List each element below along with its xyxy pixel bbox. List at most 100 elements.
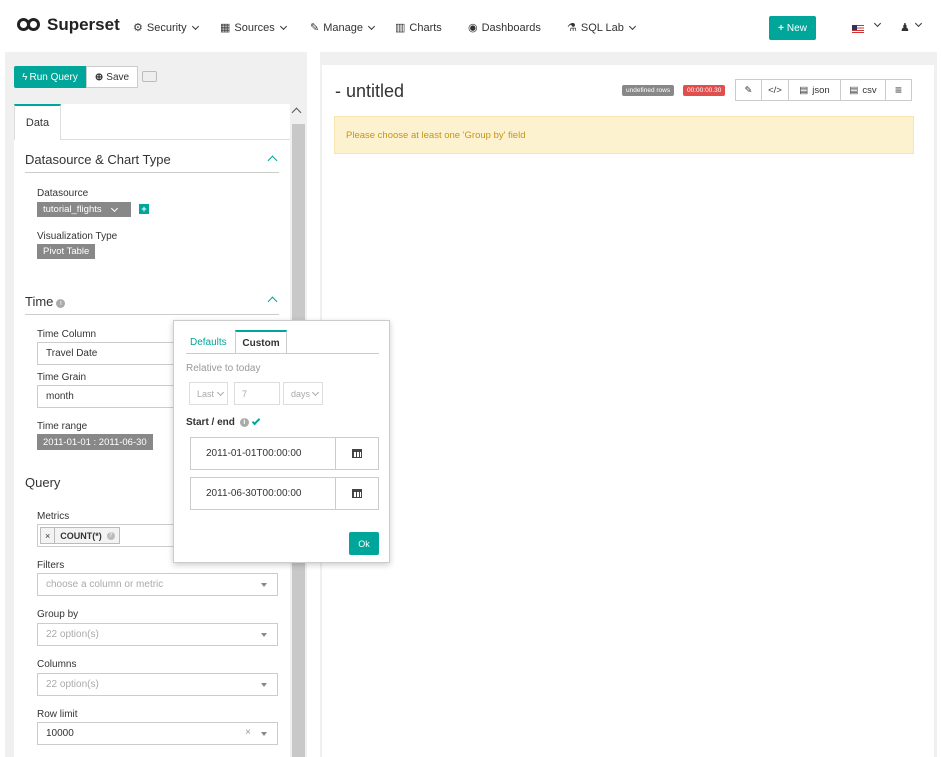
section-title-query[interactable]: Query xyxy=(25,475,60,490)
link-button[interactable]: ✎ xyxy=(735,79,762,101)
calendar-icon xyxy=(352,489,362,498)
keyboard-shortcuts-icon[interactable] xyxy=(142,71,157,82)
run-query-button[interactable]: ϟ Run Query xyxy=(14,66,86,88)
nav-security[interactable]: ⚙ Security xyxy=(133,21,199,34)
json-button[interactable]: ▤ json xyxy=(788,79,841,101)
top-navbar: Superset ⚙ Security ▦ Sources ✎ Manage ▥… xyxy=(0,0,942,52)
user-chevron-down-icon[interactable] xyxy=(914,19,923,28)
dropdown-arrow-icon xyxy=(261,633,267,637)
datasource-select[interactable]: tutorial_flights xyxy=(37,202,131,217)
new-button[interactable]: + New xyxy=(769,16,816,40)
hamburger-icon: ≡ xyxy=(894,83,902,97)
chevron-down-icon xyxy=(311,388,320,396)
question-icon[interactable]: ? xyxy=(106,531,115,540)
dropdown-arrow-icon xyxy=(261,583,267,587)
code-icon: </> xyxy=(768,84,782,96)
link-icon: ✎ xyxy=(744,84,753,96)
nav-sql-lab[interactable]: ⚗ SQL Lab xyxy=(567,21,636,34)
save-button[interactable]: ⊕ Save xyxy=(86,66,138,88)
plus-icon: + xyxy=(778,22,784,34)
add-datasource-icon[interactable]: + xyxy=(139,204,149,214)
chart-title[interactable]: - untitled xyxy=(335,81,404,102)
filters-select[interactable]: choose a column or metric xyxy=(37,573,278,596)
group-by-label: Group by xyxy=(37,609,79,620)
viz-type-select[interactable]: Pivot Table xyxy=(37,244,96,259)
section-divider xyxy=(25,172,279,173)
clear-icon[interactable]: × xyxy=(245,727,251,738)
time-range-value[interactable]: 2011-01-01 : 2011-06-30 xyxy=(37,434,153,450)
file-icon: ▤ xyxy=(849,84,859,96)
chevron-down-icon xyxy=(367,22,376,30)
section-title-datasource[interactable]: Datasource & Chart Type xyxy=(25,152,171,167)
relative-unit-select[interactable]: days xyxy=(283,382,323,405)
tab-custom[interactable]: Custom xyxy=(235,330,287,354)
dropdown-arrow-icon xyxy=(261,683,267,687)
bolt-icon: ϟ xyxy=(22,71,28,83)
columns-label: Columns xyxy=(37,659,77,670)
end-calendar-button[interactable] xyxy=(335,477,379,510)
plus-circle-icon: ⊕ xyxy=(94,71,104,83)
row-limit-label: Row limit xyxy=(37,709,78,720)
brand[interactable]: Superset xyxy=(17,15,120,35)
info-icon[interactable]: i xyxy=(239,418,249,427)
start-date-input[interactable]: 2011-01-01T00:00:00 xyxy=(190,437,336,470)
check-icon xyxy=(251,416,261,426)
language-chevron-down-icon[interactable] xyxy=(873,19,882,28)
start-end-label: Start / end i xyxy=(186,416,261,428)
timer-badge: 00:00:00.30 xyxy=(683,85,726,96)
menu-button[interactable]: ≡ xyxy=(885,79,912,101)
chevron-down-icon xyxy=(628,22,636,30)
relative-to-today-label: Relative to today xyxy=(186,363,261,374)
table-icon: ▦ xyxy=(220,22,231,34)
time-range-popover: Defaults Custom Relative to today Last 7… xyxy=(173,320,390,563)
row-limit-select[interactable]: 10000 × xyxy=(37,722,278,745)
file-icon: ▤ xyxy=(799,84,809,96)
metric-tag[interactable]: × COUNT(*) ? xyxy=(40,527,120,544)
columns-select[interactable]: 22 option(s) xyxy=(37,673,278,696)
wrench-icon: ✎ xyxy=(310,22,320,34)
filters-label: Filters xyxy=(37,560,65,571)
dropdown-arrow-icon xyxy=(261,732,267,736)
time-column-label: Time Column xyxy=(37,329,97,340)
remove-metric-icon[interactable]: × xyxy=(41,528,56,543)
ok-button[interactable]: Ok xyxy=(349,532,379,555)
chevron-down-icon xyxy=(279,22,287,30)
datasource-label: Datasource xyxy=(37,188,89,199)
tab-data[interactable]: Data xyxy=(14,104,61,140)
time-grain-label: Time Grain xyxy=(37,372,87,383)
user-icon[interactable]: ♟ xyxy=(900,21,910,34)
chevron-down-icon xyxy=(110,204,118,212)
section-title-time[interactable]: Time i xyxy=(25,294,66,309)
chart-panel xyxy=(322,65,934,757)
end-date-input[interactable]: 2011-06-30T00:00:00 xyxy=(190,477,336,510)
bar-chart-icon: ▥ xyxy=(395,22,406,34)
metrics-label: Metrics xyxy=(37,511,70,522)
relative-last-select[interactable]: Last xyxy=(189,382,228,405)
rows-badge: undefined rows xyxy=(622,85,675,96)
chevron-down-icon xyxy=(191,22,199,30)
nav-sources[interactable]: ▦ Sources xyxy=(220,21,287,34)
superset-logo-icon xyxy=(17,18,41,32)
nav-dashboards[interactable]: ◉ Dashboards xyxy=(468,21,541,35)
warning-alert: Please choose at least one 'Group by' fi… xyxy=(334,116,914,154)
embed-code-button[interactable]: </> xyxy=(761,79,789,101)
us-flag-icon[interactable] xyxy=(852,25,864,33)
tab-defaults[interactable]: Defaults xyxy=(190,337,227,348)
viz-type-label: Visualization Type xyxy=(37,231,118,242)
nav-manage[interactable]: ✎ Manage xyxy=(310,21,376,34)
nav-charts[interactable]: ▥ Charts xyxy=(395,21,442,35)
section-divider xyxy=(25,314,279,315)
start-calendar-button[interactable] xyxy=(335,437,379,470)
time-range-label: Time range xyxy=(37,421,88,432)
csv-button[interactable]: ▤ csv xyxy=(840,79,886,101)
flask-icon: ⚗ xyxy=(567,22,577,34)
info-icon[interactable]: i xyxy=(56,299,66,308)
relative-number-input[interactable]: 7 xyxy=(234,382,280,405)
dashboard-icon: ◉ xyxy=(468,22,478,34)
brand-title: Superset xyxy=(47,15,120,34)
popover-tab-divider xyxy=(186,353,379,354)
calendar-icon xyxy=(352,449,362,458)
group-by-select[interactable]: 22 option(s) xyxy=(37,623,278,646)
gears-icon: ⚙ xyxy=(133,22,143,34)
tab-divider xyxy=(61,139,290,140)
